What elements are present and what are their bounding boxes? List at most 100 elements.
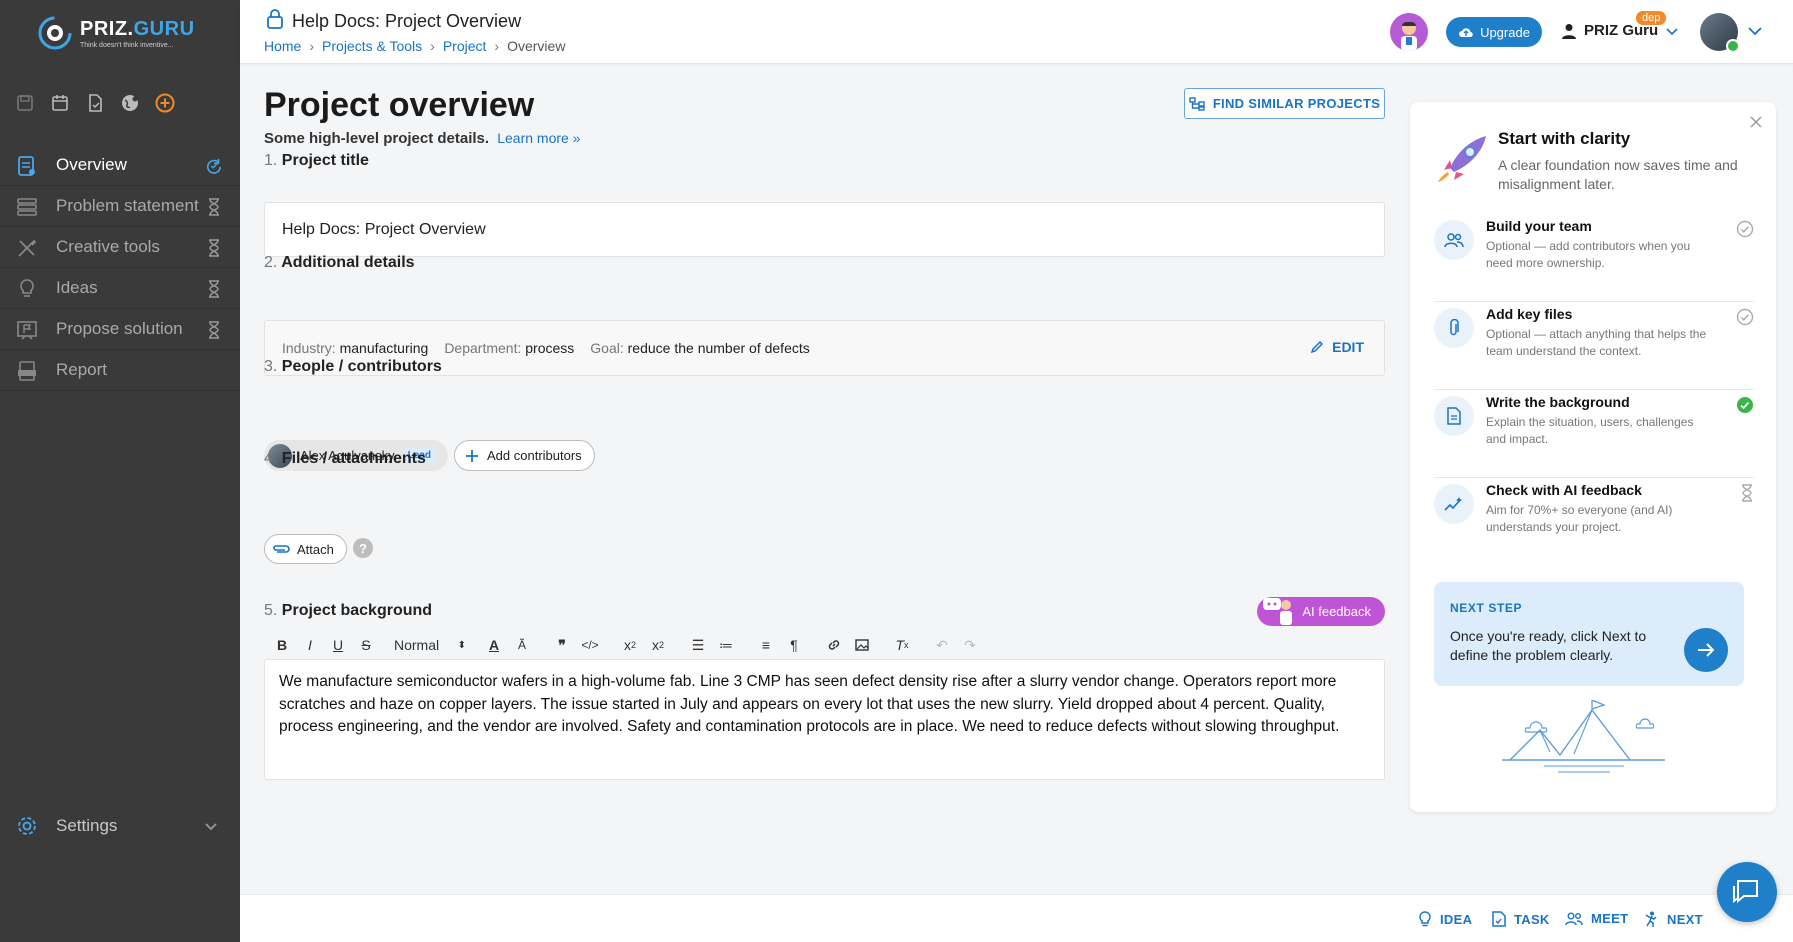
strikethrough-button[interactable]: S <box>352 634 380 656</box>
sidebar-item-problem-statement[interactable]: Problem statement <box>0 186 240 227</box>
blockquote-button[interactable]: ❞ <box>548 634 576 656</box>
learn-more-link[interactable]: Learn more » <box>497 130 580 146</box>
pdf-report-icon <box>18 361 36 381</box>
section-project-background: 5. Project background <box>264 602 433 619</box>
step-title: Build your team <box>1486 218 1592 234</box>
ordered-list-icon[interactable]: ☰ <box>684 634 712 656</box>
help-icon[interactable]: ? <box>353 538 373 558</box>
list-stack-icon <box>17 198 37 216</box>
goal-value: reduce the number of defects <box>627 340 810 356</box>
globe-icon[interactable] <box>119 92 141 114</box>
lightbulb-icon <box>20 279 34 297</box>
step-write-background[interactable]: Write the background Explain the situati… <box>1434 390 1754 478</box>
text-direction-icon[interactable]: ¶ <box>780 634 808 656</box>
close-icon[interactable] <box>1750 116 1762 128</box>
find-similar-projects-button[interactable]: FIND SIMILAR PROJECTS <box>1184 88 1385 119</box>
step-desc: Explain the situation, users, challenges… <box>1486 415 1694 446</box>
sidebar-item-label: Report <box>56 360 108 379</box>
image-icon[interactable] <box>848 634 876 656</box>
step-desc: Optional — attach anything that helps th… <box>1486 327 1707 358</box>
step-desc: Optional — add contributors when you nee… <box>1486 239 1691 270</box>
add-circle-icon[interactable] <box>154 92 176 114</box>
check-filled-icon <box>1737 397 1753 413</box>
step-build-team[interactable]: Build your team Optional — add contribut… <box>1434 214 1754 302</box>
step-add-files[interactable]: Add key files Optional — attach anything… <box>1434 302 1754 390</box>
subscript-button[interactable]: x2 <box>616 634 644 656</box>
guidance-panel: Start with clarity A clear foundation no… <box>1410 102 1776 812</box>
sidebar-item-ideas[interactable]: Ideas <box>0 268 240 309</box>
task-button[interactable]: TASK <box>1492 911 1550 927</box>
link-icon[interactable] <box>820 634 848 656</box>
sidebar-item-overview[interactable]: Overview <box>0 145 240 186</box>
chat-support-button[interactable] <box>1717 862 1777 922</box>
clear-format-icon[interactable]: Tx <box>888 634 916 656</box>
upgrade-button[interactable]: Upgrade <box>1446 17 1542 47</box>
check-outline-icon <box>1736 220 1754 238</box>
main-content: Project overview Some high-level project… <box>240 64 1400 894</box>
breadcrumb-separator: › <box>494 38 500 54</box>
edit-details-button[interactable]: EDIT <box>1310 339 1364 355</box>
top-header: Help Docs: Project Overview Home › Proje… <box>240 0 1793 64</box>
ai-feedback-button[interactable]: AI feedback <box>1257 597 1385 626</box>
user-icon <box>1562 23 1576 39</box>
format-select[interactable]: Normal ⬍ <box>380 634 480 656</box>
panel-lead: A clear foundation now saves time and mi… <box>1498 157 1738 192</box>
highlight-button[interactable]: Ã <box>508 634 536 656</box>
cloud-upload-icon <box>1459 28 1473 38</box>
bullet-list-icon[interactable]: ≔ <box>712 634 740 656</box>
idea-button[interactable]: IDEA <box>1418 911 1472 927</box>
guru-avatar[interactable] <box>1390 13 1428 51</box>
superscript-button[interactable]: x2 <box>644 634 672 656</box>
add-contributors-button[interactable]: Add contributors <box>454 440 595 471</box>
redo-icon[interactable]: ↷ <box>956 634 984 656</box>
breadcrumb-project[interactable]: Project <box>443 38 487 54</box>
industry-value: manufacturing <box>339 340 429 356</box>
hourglass-icon <box>209 321 219 339</box>
pencil-icon <box>1310 340 1324 354</box>
hourglass-icon <box>209 280 219 298</box>
align-icon[interactable]: ≡ <box>752 634 780 656</box>
hierarchy-icon <box>1189 96 1205 111</box>
sidebar-item-report[interactable]: Report <box>0 350 240 391</box>
hourglass-icon <box>1742 484 1752 502</box>
step-title: Check with AI feedback <box>1486 482 1642 498</box>
breadcrumb-projects-tools[interactable]: Projects & Tools <box>322 38 422 54</box>
sidebar-item-creative-tools[interactable]: Creative tools <box>0 227 240 268</box>
sidebar-item-settings[interactable]: Settings <box>0 806 240 846</box>
sidebar-item-label: Creative tools <box>56 237 160 256</box>
section-additional-details: 2. Additional details <box>264 254 415 271</box>
code-button[interactable]: </> <box>576 634 604 656</box>
profile-avatar[interactable] <box>1700 13 1740 53</box>
next-step-text: Once you're ready, click Next to define … <box>1450 628 1647 663</box>
project-title-input[interactable]: Help Docs: Project Overview <box>264 202 1385 257</box>
text-color-button[interactable]: A <box>480 634 508 656</box>
step-title: Add key files <box>1486 306 1573 322</box>
sidebar-item-propose-solution[interactable]: Propose solution <box>0 309 240 350</box>
brand-tagline: Think doesn't think inventive... <box>80 42 174 49</box>
gear-icon <box>18 817 36 835</box>
save-icon[interactable] <box>14 92 36 114</box>
next-button[interactable]: NEXT <box>1643 911 1703 927</box>
meet-button[interactable]: MEET <box>1565 911 1628 926</box>
bold-button[interactable]: B <box>268 634 296 656</box>
underline-button[interactable]: U <box>324 634 352 656</box>
breadcrumb: Home › Projects & Tools › Project › Over… <box>264 38 565 54</box>
undo-icon[interactable]: ↶ <box>928 634 956 656</box>
priz-logo[interactable]: PRIZ.GURU Think doesn't think inventive.… <box>36 12 216 54</box>
chevron-down-icon[interactable] <box>1748 25 1762 37</box>
project-background-editor[interactable]: We manufacture semiconductor wafers in a… <box>264 659 1385 780</box>
breadcrumb-home[interactable]: Home <box>264 38 301 54</box>
task-doc-icon[interactable] <box>84 92 106 114</box>
editor-toolbar: B I U S Normal ⬍ A Ã ❞ </> x2 x2 ☰ ≔ ≡ ¶ … <box>268 634 984 656</box>
attach-button[interactable]: Attach <box>264 534 347 564</box>
env-badge: dep <box>1636 11 1667 25</box>
hourglass-icon <box>209 198 219 216</box>
next-step-button[interactable] <box>1684 628 1728 672</box>
check-outline-icon <box>1736 308 1754 326</box>
chat-bubble-icon <box>1733 880 1758 904</box>
page-title: Project overview <box>264 86 535 124</box>
italic-button[interactable]: I <box>296 634 324 656</box>
calendar-icon[interactable] <box>49 92 71 114</box>
step-ai-feedback[interactable]: Check with AI feedback Aim for 70%+ so e… <box>1434 478 1754 566</box>
sidebar: PRIZ.GURU Think doesn't think inventive.… <box>0 0 240 942</box>
